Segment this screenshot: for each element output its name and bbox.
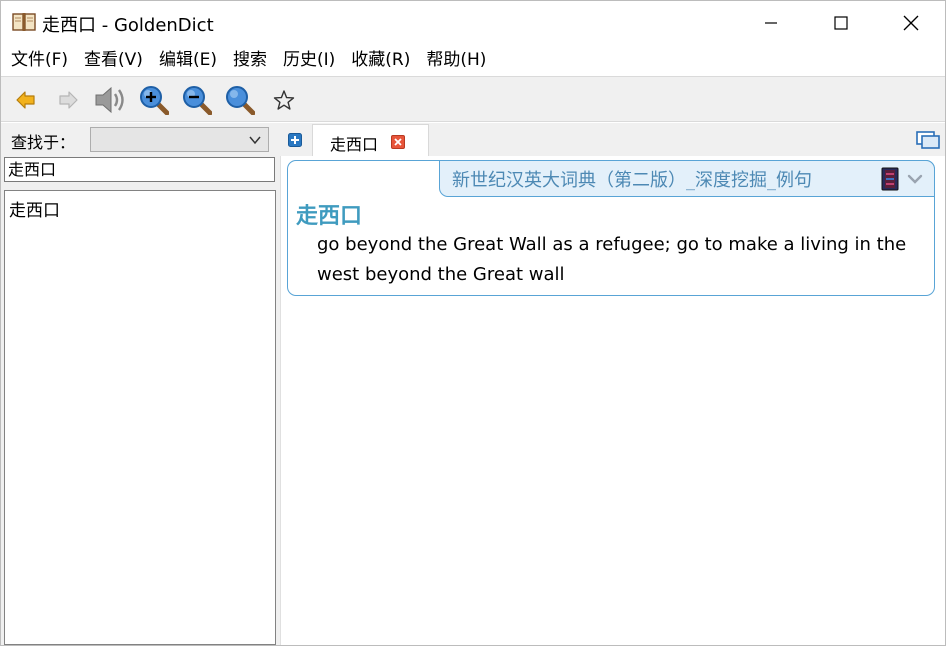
zoom-reset-button[interactable] xyxy=(223,83,257,117)
article-view[interactable]: 新世纪汉英大词典（第二版）_深度挖掘_例句 走西口 go beyond the … xyxy=(280,156,945,645)
zoom-out-button[interactable] xyxy=(180,83,214,117)
lookup-in-label: 查找于： xyxy=(11,133,76,152)
zoom-out-icon xyxy=(183,86,212,115)
forward-arrow-icon xyxy=(59,91,78,109)
add-to-favorites-button[interactable] xyxy=(267,83,301,117)
menu-view[interactable]: 查看(V) xyxy=(76,45,151,76)
tab-label: 走西口 xyxy=(330,135,379,154)
title-bar[interactable]: 走西口 - GoldenDict xyxy=(1,1,945,45)
window-title: 走西口 - GoldenDict xyxy=(42,15,214,36)
chevron-down-icon xyxy=(249,136,261,145)
forward-button[interactable] xyxy=(51,83,85,117)
minimize-icon xyxy=(765,22,777,24)
close-tab-icon[interactable] xyxy=(391,135,405,149)
maximize-icon xyxy=(834,16,848,30)
menu-search[interactable]: 搜索 xyxy=(225,45,275,76)
book-icon xyxy=(12,13,36,31)
collapse-article-icon[interactable] xyxy=(906,170,924,188)
dictionary-article: 新世纪汉英大词典（第二版）_深度挖掘_例句 走西口 go beyond the … xyxy=(287,160,935,296)
pronounce-button[interactable] xyxy=(94,83,128,117)
menu-bar: 文件(F) 查看(V) 编辑(E) 搜索 历史(I) 收藏(R) 帮助(H) xyxy=(1,45,945,76)
search-input[interactable]: 走西口 xyxy=(4,157,275,182)
maximize-button[interactable] xyxy=(806,1,876,45)
back-button[interactable] xyxy=(9,83,43,117)
menu-help[interactable]: 帮助(H) xyxy=(418,45,494,76)
navigation-toolbar xyxy=(1,76,945,122)
tab-list-icon[interactable] xyxy=(916,130,940,150)
close-button[interactable] xyxy=(876,1,946,45)
zoom-in-icon xyxy=(140,86,169,115)
tab-active[interactable]: 走西口 xyxy=(312,124,429,157)
minimize-button[interactable] xyxy=(736,1,806,45)
close-icon xyxy=(903,15,919,31)
goldendict-window: 走西口 - GoldenDict 文件(F) 查看(V) 编辑(E) 搜索 历史… xyxy=(0,0,946,646)
speaker-icon xyxy=(95,86,124,114)
search-pane: 查找于： 走西口 走西口 xyxy=(1,123,279,645)
zoom-reset-icon xyxy=(226,86,255,115)
word-list-item[interactable]: 走西口 xyxy=(9,196,60,221)
dictionary-name: 新世纪汉英大词典（第二版）_深度挖掘_例句 xyxy=(452,170,812,191)
menu-history[interactable]: 历史(I) xyxy=(275,45,343,76)
add-tab-icon[interactable] xyxy=(288,133,302,147)
dictionary-group-select[interactable] xyxy=(90,127,269,152)
menu-favorites[interactable]: 收藏(R) xyxy=(343,45,418,76)
star-icon xyxy=(273,90,295,110)
menu-edit[interactable]: 编辑(E) xyxy=(151,45,225,76)
article-pane: 走西口 新世纪汉英大词典（第二版）_深度挖掘_例句 走西口 go beyond … xyxy=(280,123,945,645)
dictionary-header[interactable]: 新世纪汉英大词典（第二版）_深度挖掘_例句 xyxy=(439,160,935,197)
zoom-in-button[interactable] xyxy=(137,83,171,117)
definition-text: go beyond the Great Wall as a refugee; g… xyxy=(317,234,907,285)
word-list[interactable]: 走西口 xyxy=(4,190,276,645)
headword: 走西口 xyxy=(296,204,363,229)
back-arrow-icon xyxy=(16,91,35,109)
dictionary-book-icon xyxy=(881,167,899,191)
menu-file[interactable]: 文件(F) xyxy=(3,45,76,76)
